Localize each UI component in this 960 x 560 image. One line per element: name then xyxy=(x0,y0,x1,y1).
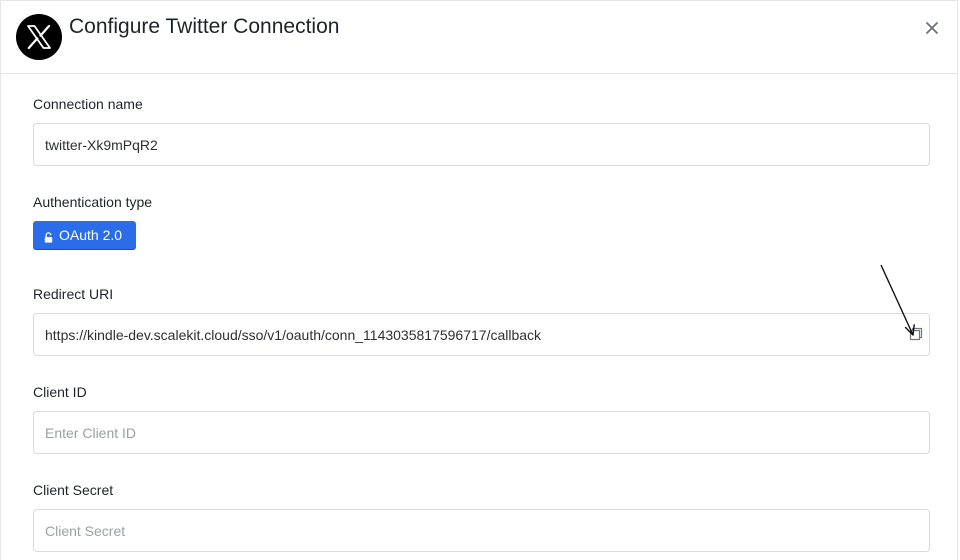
client-id-field[interactable] xyxy=(33,411,930,454)
x-logo-icon xyxy=(16,14,62,60)
client-secret-field[interactable] xyxy=(33,509,930,552)
dialog-header: Configure Twitter Connection xyxy=(1,1,957,74)
connection-name-label: Connection name xyxy=(33,96,143,112)
connection-name-input[interactable] xyxy=(45,124,895,165)
configure-connection-dialog: Configure Twitter Connection Connection … xyxy=(0,0,958,560)
connection-name-field[interactable] xyxy=(33,123,930,166)
client-secret-label: Client Secret xyxy=(33,482,114,498)
redirect-uri-field[interactable]: https://kindle-dev.scalekit.cloud/sso/v1… xyxy=(33,313,930,356)
client-id-label: Client ID xyxy=(33,384,87,400)
redirect-uri-label: Redirect URI xyxy=(33,286,114,302)
lock-icon xyxy=(44,230,53,246)
close-icon[interactable] xyxy=(921,17,943,39)
oauth-button-label: OAuth 2.0 xyxy=(59,227,123,243)
dialog-title: Configure Twitter Connection xyxy=(69,15,340,38)
oauth-button[interactable]: OAuth 2.0 xyxy=(33,221,136,249)
redirect-uri-value: https://kindle-dev.scalekit.cloud/sso/v1… xyxy=(45,327,542,343)
copy-icon[interactable] xyxy=(906,324,928,346)
authentication-type-label: Authentication type xyxy=(33,194,153,210)
client-secret-input[interactable] xyxy=(45,510,895,551)
client-id-input[interactable] xyxy=(45,412,895,453)
